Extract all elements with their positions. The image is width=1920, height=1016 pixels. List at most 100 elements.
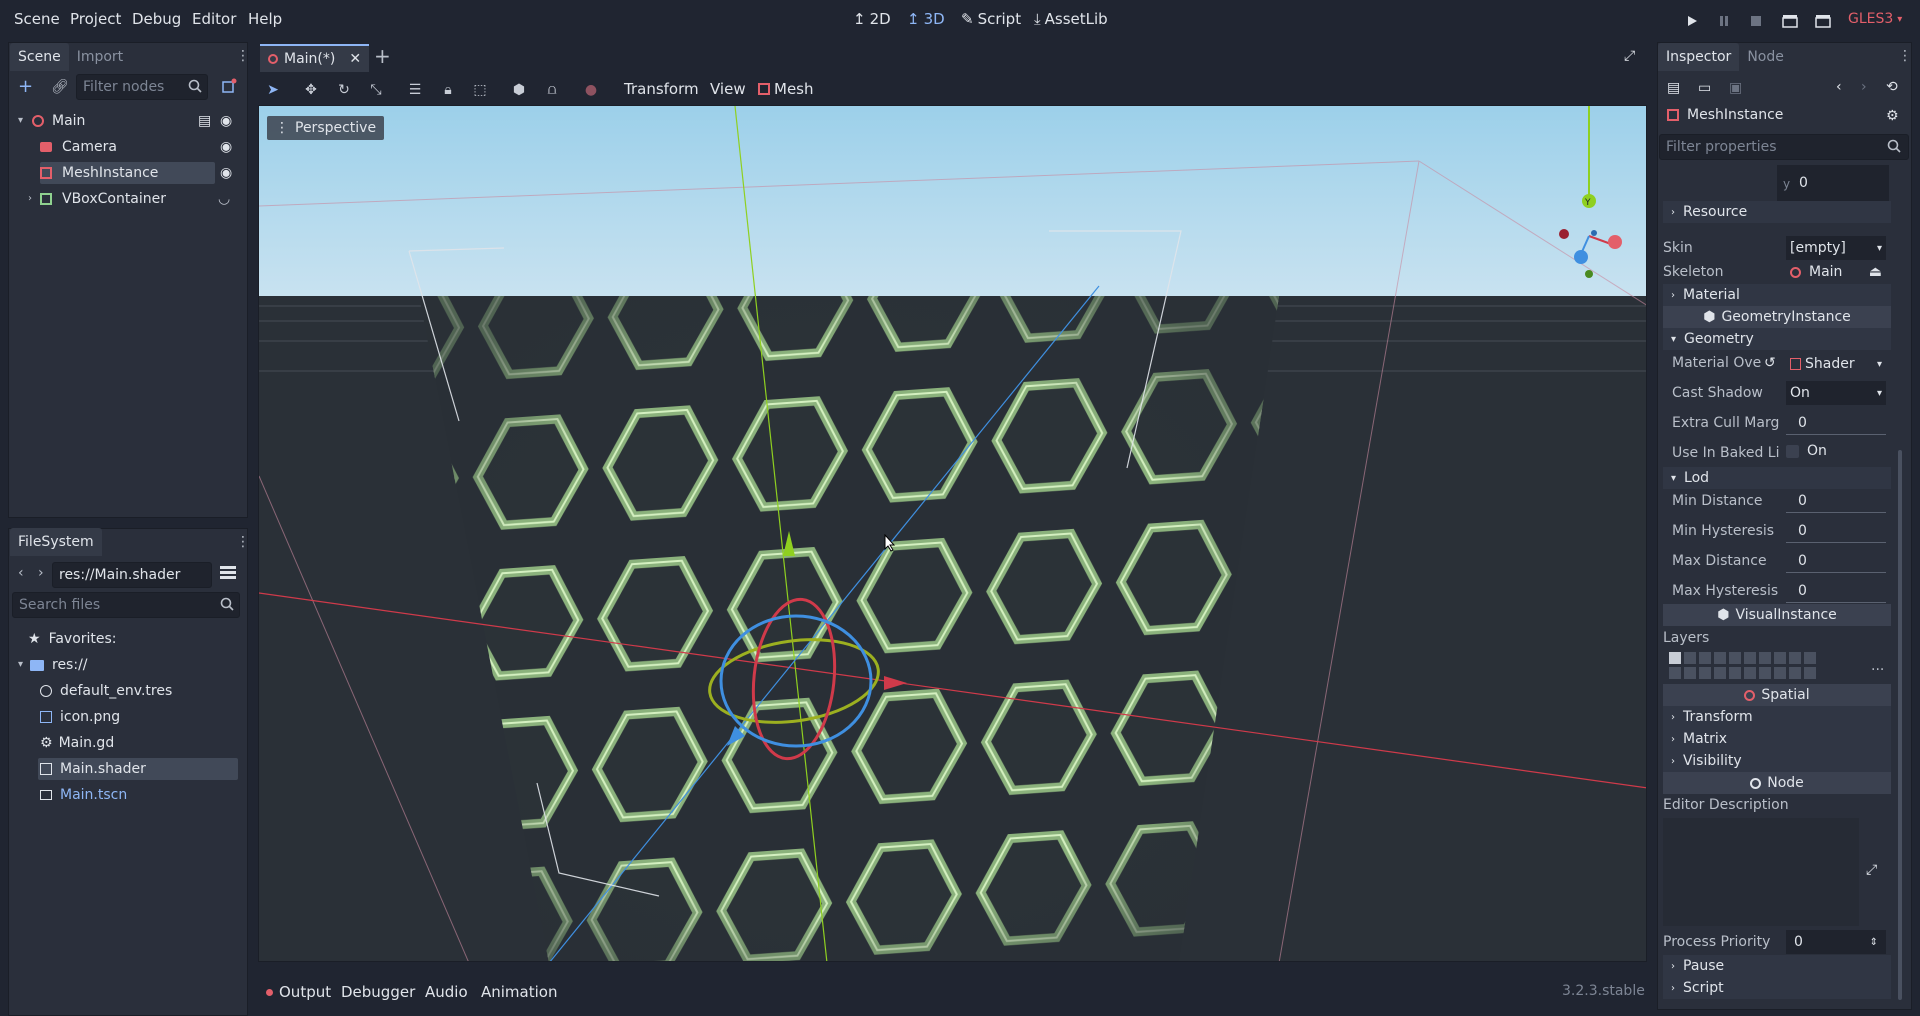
material-section[interactable]: › Material (1663, 284, 1891, 306)
forward-arrow-icon[interactable]: › (38, 565, 44, 581)
visibility-section[interactable]: › Visibility (1663, 750, 1891, 772)
rotate-tool-icon[interactable]: ↻ (333, 79, 355, 101)
view-menu[interactable]: View (710, 80, 746, 98)
use-in-baked-light-checkbox[interactable]: On (1786, 443, 1827, 459)
editor-description-textarea[interactable] (1663, 818, 1859, 926)
stop-button[interactable] (1747, 12, 1765, 30)
menu-scene[interactable]: Scene (14, 10, 60, 28)
resource-section[interactable]: › Resource (1663, 201, 1891, 223)
file-item[interactable]: icon.png (40, 706, 120, 728)
tab-import[interactable]: Import (69, 43, 131, 71)
transform-menu[interactable]: Transform (624, 80, 699, 98)
filter-properties-input[interactable]: Filter properties (1659, 134, 1909, 160)
dock-menu-icon[interactable]: ⋮ (1898, 48, 1912, 64)
camera-preview-icon[interactable]: ● (580, 79, 602, 101)
load-resource-icon[interactable]: ▭ (1698, 80, 1711, 96)
min-hysteresis-field[interactable]: 0 (1786, 521, 1886, 543)
snap-icon[interactable]: ⩍ (541, 79, 563, 101)
res-folder-item[interactable]: ▾ res:// (18, 654, 88, 676)
visibility-hidden-icon[interactable]: ◡ (218, 188, 230, 210)
menu-help[interactable]: Help (248, 10, 282, 28)
matrix-section[interactable]: › Matrix (1663, 728, 1891, 750)
close-icon[interactable]: ✕ (349, 51, 361, 67)
add-tab-icon[interactable]: + (374, 44, 391, 68)
cast-shadow-select[interactable]: On ▾ (1786, 381, 1886, 405)
viewport-3d[interactable]: Y ⋮ Perspective (258, 105, 1647, 962)
split-view-icon[interactable] (220, 566, 236, 580)
file-item[interactable]: ⚙ Main.gd (40, 732, 114, 754)
play-custom-button[interactable] (1814, 12, 1832, 30)
max-hysteresis-field[interactable]: 0 (1786, 581, 1886, 603)
file-item-selected[interactable]: Main.shader (38, 758, 238, 780)
list-select-icon[interactable]: ☰ (404, 79, 426, 101)
visibility-eye-icon[interactable]: ◉ (220, 110, 232, 132)
material-override-field[interactable]: Shader ▾ (1786, 352, 1886, 376)
y-field[interactable]: y 0 (1777, 165, 1889, 201)
tab-inspector[interactable]: Inspector (1658, 43, 1740, 71)
inspector-scrollbar[interactable] (1898, 450, 1902, 1000)
inspected-object[interactable]: MeshInstance (1667, 107, 1783, 123)
favorites-item[interactable]: ★ Favorites: (28, 628, 117, 650)
group-icon[interactable]: ⬚ (469, 79, 491, 101)
spinner-arrows-icon[interactable]: ⇕ (1870, 937, 1878, 948)
scene-tab-main[interactable]: Main(*) ✕ (260, 44, 370, 72)
min-distance-field[interactable]: 0 (1786, 491, 1886, 513)
search-files-input[interactable]: Search files (12, 592, 240, 618)
filesystem-path-input[interactable]: res://Main.shader (52, 562, 212, 588)
skin-field[interactable]: [empty] ▾ (1786, 236, 1886, 260)
history-forward-icon[interactable]: › (1861, 79, 1867, 95)
local-space-icon[interactable]: ⬢ (508, 79, 530, 101)
script-attached-icon[interactable]: ▤ (198, 110, 211, 132)
mesh-menu[interactable]: Mesh (758, 80, 814, 98)
tree-item-main[interactable]: ▾ Main ▤ ◉ (18, 110, 240, 132)
layers-grid[interactable] (1669, 651, 1819, 681)
viewport-menu-button[interactable]: ⋮ Perspective (267, 116, 385, 140)
visibility-eye-icon[interactable]: ◉ (220, 136, 232, 158)
expand-editor-icon[interactable]: ⤢ (1866, 862, 1877, 878)
skeleton-field[interactable]: Main ⏏ (1786, 260, 1886, 284)
move-tool-icon[interactable]: ✥ (300, 79, 322, 101)
menu-project[interactable]: Project (70, 10, 121, 28)
tab-node[interactable]: Node (1739, 43, 1792, 71)
workspace-3d-button[interactable]: ↥ 3D (907, 10, 945, 28)
script-section[interactable]: › Script (1663, 977, 1891, 999)
scale-tool-icon[interactable]: ⤡ (365, 79, 387, 101)
menu-debug[interactable]: Debug (132, 10, 181, 28)
distraction-free-icon[interactable]: ⤢ (1624, 48, 1635, 64)
pause-section[interactable]: › Pause (1663, 955, 1891, 977)
tree-item-meshinstance[interactable]: MeshInstance (40, 162, 215, 184)
save-resource-icon[interactable]: ▣ (1729, 80, 1742, 96)
renderer-select[interactable]: GLES3 ▾ (1848, 11, 1902, 27)
file-item[interactable]: default_env.tres (40, 680, 172, 702)
new-resource-icon[interactable]: ▤ (1667, 80, 1680, 96)
workspace-assetlib-button[interactable]: ⤓ AssetLib (1034, 10, 1108, 28)
dock-menu-icon[interactable]: ⋮ (236, 48, 250, 64)
tab-debugger[interactable]: Debugger (341, 983, 415, 1001)
add-node-icon[interactable]: + (18, 78, 33, 96)
revert-icon[interactable]: ↺ (1764, 355, 1776, 371)
workspace-2d-button[interactable]: ↥ 2D (853, 10, 891, 28)
max-distance-field[interactable]: 0 (1786, 551, 1886, 573)
select-node-icon[interactable]: ⏏ (1869, 264, 1882, 280)
tab-audio[interactable]: Audio (425, 983, 468, 1001)
layers-menu-button[interactable]: ... (1871, 658, 1884, 674)
menu-editor[interactable]: Editor (192, 10, 236, 28)
object-history-icon[interactable]: ⟲ (1886, 79, 1898, 95)
visibility-eye-icon[interactable]: ◉ (220, 165, 232, 181)
tab-output[interactable]: Output (266, 983, 331, 1001)
play-button[interactable] (1683, 12, 1701, 30)
tab-scene[interactable]: Scene (10, 43, 69, 71)
tree-item-camera[interactable]: Camera ◉ (40, 136, 240, 158)
pause-button[interactable] (1715, 12, 1733, 30)
dock-menu-icon[interactable]: ⋮ (236, 534, 250, 550)
geometry-section[interactable]: ▾ Geometry (1663, 328, 1891, 350)
workspace-script-button[interactable]: ✎ Script (961, 10, 1021, 28)
lock-icon[interactable]: 🔒︎ (437, 79, 459, 101)
history-back-icon[interactable]: ‹ (1836, 79, 1842, 95)
tree-item-vboxcontainer[interactable]: › VBoxContainer ◡ (28, 188, 240, 210)
select-tool-icon[interactable]: ➤ (262, 79, 284, 101)
tab-filesystem[interactable]: FileSystem (10, 528, 102, 556)
transform-section[interactable]: › Transform (1663, 706, 1891, 728)
instance-scene-icon[interactable] (221, 78, 237, 94)
object-properties-icon[interactable]: ⚙ (1886, 108, 1899, 124)
